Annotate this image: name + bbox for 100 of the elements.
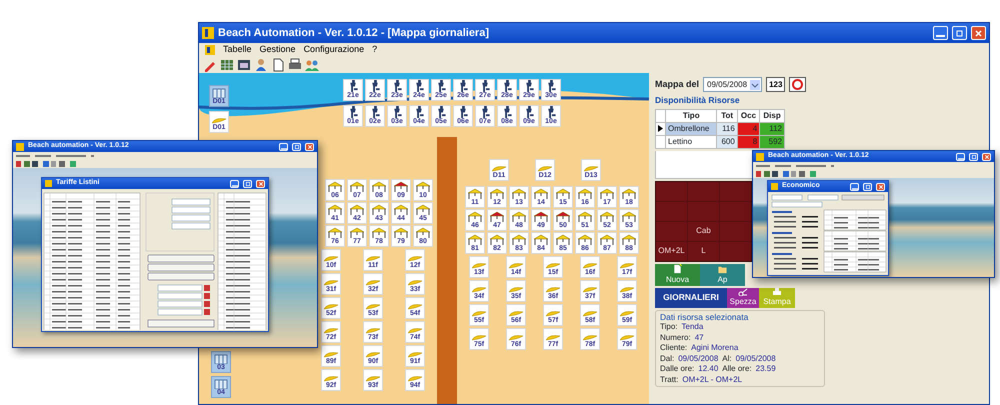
cabin-icon	[214, 379, 228, 389]
minimize-icon	[936, 34, 945, 36]
field-label: Alle ore:	[722, 364, 752, 375]
table-cell[interactable]: Lettino	[666, 135, 717, 148]
app-logo-icon	[45, 180, 52, 187]
menu-item[interactable]: Configurazione	[304, 43, 364, 57]
umbrella-icon	[365, 326, 381, 334]
people-tool[interactable]	[305, 58, 319, 72]
umbrella-icon	[365, 254, 381, 262]
field-value: 09/05/2008	[736, 354, 776, 364]
mode-button[interactable]: GIORNALIERI	[655, 288, 727, 308]
app-logo-icon	[202, 27, 214, 39]
maximize-button[interactable]	[292, 142, 301, 150]
field-value: Agini Morena	[691, 343, 738, 354]
umbrella-icon	[545, 309, 561, 317]
date-field[interactable]: 09/05/2008	[703, 77, 762, 92]
cabin-icon	[214, 354, 228, 364]
umbrella-icon	[323, 326, 339, 334]
umbrella-icon	[582, 285, 598, 293]
row-pointer-icon	[658, 125, 663, 132]
umbrella-icon	[471, 333, 487, 341]
field-label: Dal:	[660, 354, 674, 364]
field-label: Cliente:	[660, 343, 688, 354]
umbrella-icon	[582, 261, 598, 269]
minimize-icon	[852, 188, 858, 190]
umbrella-icon	[407, 350, 423, 358]
field-label: Al:	[722, 354, 732, 364]
grid-tool[interactable]	[220, 58, 234, 72]
maximize-button[interactable]	[243, 180, 252, 188]
umbrella-icon	[619, 285, 635, 293]
resource-button[interactable]: OM+2L	[656, 242, 687, 261]
umbrella-icon	[365, 350, 381, 358]
window-title: Beach Automation - Ver. 1.0.12 - [Mappa giornaliera]	[218, 26, 490, 41]
mode-button[interactable]: Spezza	[727, 288, 759, 308]
minimize-button[interactable]	[279, 142, 288, 150]
printer-tool[interactable]	[288, 58, 302, 72]
umbrella-icon	[491, 164, 507, 172]
umbrella-icon	[508, 333, 524, 341]
column-header: Tot	[716, 109, 738, 122]
field-value: 12.40	[698, 364, 718, 375]
umbrella-icon	[508, 261, 524, 269]
resource-button[interactable]: Cab	[688, 222, 719, 241]
umbrella-icon	[323, 350, 339, 358]
dropdown-caret-icon	[750, 80, 760, 90]
umbrella-icon	[407, 278, 423, 286]
column-header: Tipo	[666, 109, 717, 122]
number-button[interactable]: 123	[766, 77, 786, 92]
close-icon	[878, 184, 884, 190]
action-button[interactable]: Ap	[700, 264, 745, 286]
app-logo-icon	[205, 45, 215, 55]
minimize-button[interactable]	[956, 152, 965, 160]
column-header: Occ	[737, 109, 760, 122]
menu-item[interactable]: ?	[372, 43, 378, 57]
minimize-icon	[232, 185, 238, 187]
resource-button[interactable]: L	[688, 242, 719, 261]
umbrella-icon	[407, 374, 423, 382]
umbrella-icon	[619, 261, 635, 269]
umbrella-icon	[323, 374, 339, 382]
field-value: OM+2L - OM+2L	[682, 374, 742, 386]
umbrella-icon	[583, 164, 599, 172]
field-value: 23.59	[756, 364, 776, 375]
umbrella-icon	[545, 285, 561, 293]
maximize-button[interactable]	[969, 152, 978, 160]
lifebuoy-button[interactable]	[789, 77, 806, 92]
table-cell[interactable]: Ombrellone	[666, 122, 717, 136]
close-button[interactable]	[982, 152, 991, 160]
field-value: 09/05/2008	[678, 354, 718, 364]
umbrella-icon	[508, 309, 524, 317]
document-tool[interactable]	[271, 58, 285, 72]
minimize-icon	[280, 148, 286, 150]
umbrella-icon	[323, 302, 339, 310]
umbrella-icon	[582, 309, 598, 317]
close-button[interactable]	[305, 142, 314, 150]
minimize-button[interactable]	[850, 182, 859, 190]
person-tool[interactable]	[254, 58, 268, 72]
umbrella-icon	[471, 309, 487, 317]
menu-item[interactable]: Tabelle	[223, 43, 252, 57]
close-button[interactable]	[876, 182, 885, 190]
close-button[interactable]	[256, 180, 265, 188]
umbrella-icon	[323, 254, 339, 262]
cabin-icon	[212, 88, 226, 98]
lifebuoy-icon	[792, 79, 804, 90]
action-button[interactable]: Nuova	[655, 264, 700, 286]
maximize-button[interactable]	[863, 182, 872, 190]
app-logo-icon	[771, 183, 778, 190]
maximize-icon	[294, 144, 300, 150]
maximize-button[interactable]	[952, 26, 967, 40]
new-document-icon	[672, 264, 683, 274]
close-icon	[306, 144, 312, 150]
umbrella-icon	[582, 333, 598, 341]
field-value: 47	[694, 332, 704, 344]
maximize-icon	[955, 28, 964, 38]
minimize-button[interactable]	[230, 180, 239, 188]
close-icon	[984, 154, 990, 160]
field-label: Tipo:	[660, 322, 678, 333]
minimize-button[interactable]	[933, 26, 948, 40]
close-button[interactable]	[971, 26, 986, 40]
field-label: Dalle ore:	[660, 364, 694, 375]
umbrella-icon	[365, 374, 381, 382]
menu-item[interactable]: Gestione	[260, 43, 296, 57]
